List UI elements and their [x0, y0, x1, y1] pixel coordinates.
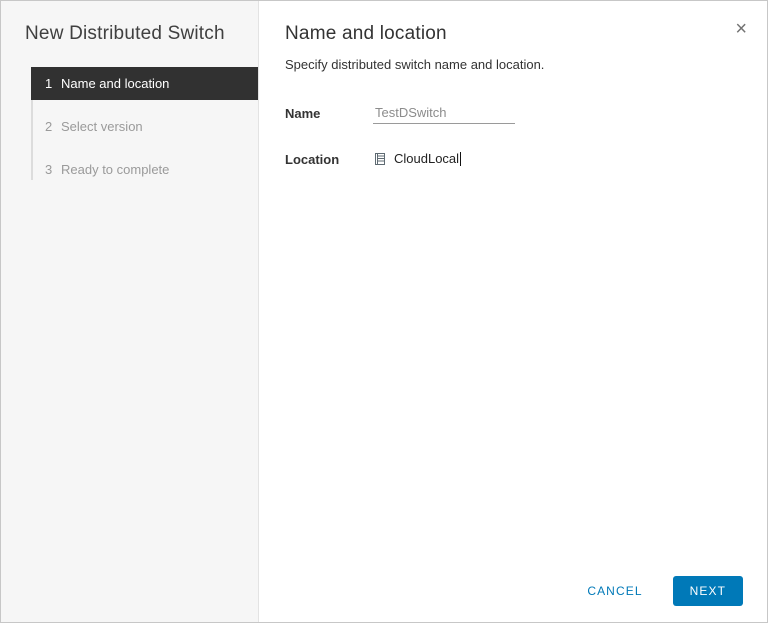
- step-number: 3: [45, 162, 61, 177]
- location-text: CloudLocal: [394, 151, 459, 166]
- location-field-label: Location: [285, 150, 373, 167]
- step-number: 1: [45, 76, 61, 91]
- wizard-title: New Distributed Switch: [1, 19, 258, 67]
- wizard-steps: 1 Name and location 2 Select version 3 R…: [31, 67, 258, 186]
- datacenter-icon: [373, 152, 387, 166]
- location-value[interactable]: CloudLocal: [373, 150, 461, 166]
- text-cursor: [460, 152, 461, 166]
- switch-name-input[interactable]: [373, 104, 515, 124]
- step-select-version[interactable]: 2 Select version: [31, 110, 258, 143]
- location-field-row: Location CloudLocal: [285, 150, 743, 167]
- step-label: Name and location: [61, 76, 169, 91]
- step-ready-to-complete[interactable]: 3 Ready to complete: [31, 153, 258, 186]
- wizard-sidebar: New Distributed Switch 1 Name and locati…: [1, 1, 259, 622]
- new-distributed-switch-dialog: New Distributed Switch 1 Name and locati…: [0, 0, 768, 623]
- name-field-row: Name: [285, 104, 743, 124]
- name-location-form: Name Location CloudLocal: [285, 104, 743, 193]
- step-label: Select version: [61, 119, 143, 134]
- page-subtitle: Specify distributed switch name and loca…: [285, 57, 743, 72]
- step-name-and-location[interactable]: 1 Name and location: [31, 67, 258, 100]
- wizard-footer: CANCEL NEXT: [583, 576, 743, 606]
- close-icon[interactable]: ×: [735, 19, 747, 39]
- step-number: 2: [45, 119, 61, 134]
- page-title: Name and location: [285, 23, 743, 45]
- step-label: Ready to complete: [61, 162, 169, 177]
- next-button[interactable]: NEXT: [673, 576, 743, 606]
- name-field-label: Name: [285, 104, 373, 121]
- wizard-content: × Name and location Specify distributed …: [259, 1, 767, 622]
- cancel-button[interactable]: CANCEL: [583, 576, 646, 606]
